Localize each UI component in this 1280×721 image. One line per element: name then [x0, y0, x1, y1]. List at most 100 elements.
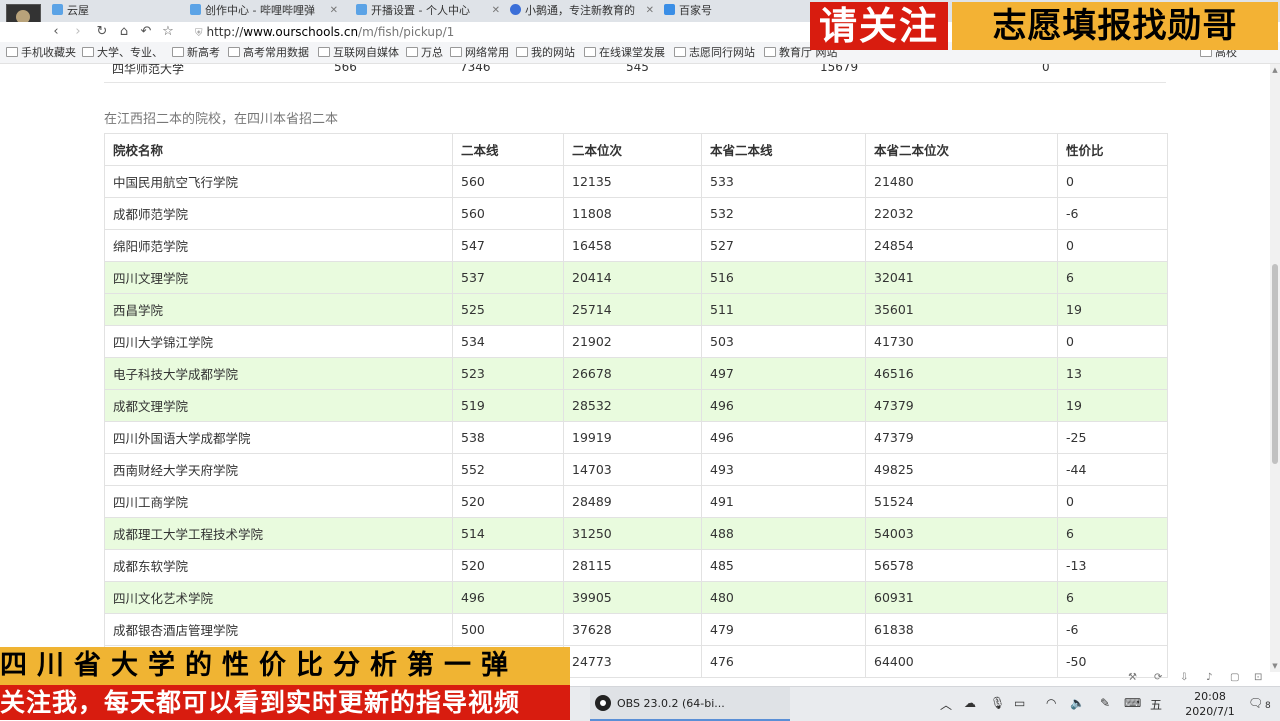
table-cell: 496 [701, 421, 866, 454]
table-row: 四川大学锦江学院 534 21902 503 41730 0 [104, 325, 1168, 358]
table-row: 成都银杏酒店管理学院 500 37628 479 61838 -6 [104, 613, 1168, 646]
school-name-cell: 中国民用航空飞行学院 [104, 165, 453, 198]
bookmark-item[interactable]: 大学、专业、 [82, 42, 163, 63]
table-cell: -6 [1057, 613, 1168, 646]
table-cell: 552 [452, 453, 564, 486]
bookmark-item[interactable]: 互联网自媒体 [318, 42, 399, 63]
bookmark-item[interactable]: 网络常用 [450, 42, 509, 63]
table-cell: 547 [452, 229, 564, 262]
table-cell: 0 [1057, 229, 1168, 262]
tab-xiaoetong[interactable]: 小鹅通，专注新教育的 ✕ [510, 2, 658, 20]
folder-icon [318, 47, 330, 57]
bookmark-item[interactable]: 新高考 [172, 42, 220, 63]
scroll-up-icon[interactable]: ▲ [1271, 66, 1279, 74]
table-row: 绵阳师范学院 547 16458 527 24854 0 [104, 229, 1168, 262]
bookmark-item[interactable]: 高考常用数据 [228, 42, 309, 63]
table-cell: 6 [1057, 261, 1168, 294]
volume-mute-icon[interactable]: 🔈 [1070, 696, 1085, 710]
download-icon[interactable]: ⇩ [1180, 672, 1188, 683]
bookmark-item[interactable]: 我的网站 [516, 42, 575, 63]
cloud-icon[interactable]: ☁ [964, 696, 976, 710]
school-name-cell: 西昌学院 [104, 293, 453, 326]
network-icon[interactable]: ▭ [1014, 696, 1025, 710]
table-cell: 497 [701, 357, 866, 390]
folder-icon [584, 47, 596, 57]
col-local-tier2-rank[interactable]: 本省二本位次 [865, 133, 1058, 166]
notification-icon[interactable]: 🗨 [1248, 696, 1263, 710]
folder-icon [82, 47, 94, 57]
zoom-icon[interactable]: ⊡ [1254, 672, 1262, 683]
table-cell: 514 [452, 517, 564, 550]
table-cell: 21902 [563, 325, 702, 358]
back-icon[interactable]: ‹ [48, 23, 64, 41]
bookmark-item[interactable]: 志愿同行网站 [674, 42, 755, 63]
tab-live-settings[interactable]: 开播设置 - 个人中心 ✕ [356, 2, 504, 20]
table-row: 四川文化艺术学院 496 39905 480 60931 6 [104, 581, 1168, 614]
table-cell: 11808 [563, 197, 702, 230]
microphone-icon[interactable]: 🎙 [990, 696, 1005, 710]
bookmark-item[interactable]: 在线课堂发展 [584, 42, 665, 63]
paw-icon [664, 4, 675, 15]
table-cell: 25714 [563, 293, 702, 326]
pen-icon[interactable]: ✎ [1100, 696, 1110, 710]
tab-baijiahao[interactable]: 百家号 [664, 2, 804, 20]
col-tier2-line[interactable]: 二本线 [452, 133, 564, 166]
table-row: 四川外国语大学成都学院 538 19919 496 47379 -25 [104, 421, 1168, 454]
home-icon[interactable]: ⌂ [116, 23, 132, 41]
table-row: 成都理工大学工程技术学院 514 31250 488 54003 6 [104, 517, 1168, 550]
col-local-tier2-line[interactable]: 本省二本线 [701, 133, 866, 166]
address-bar[interactable]: ⛨ http://www.ourschools.cn/m/fish/pickup/… [195, 24, 454, 42]
table-row: 四华师范大学 566 7346 545 15679 0 [104, 64, 1166, 83]
table-row: 成都师范学院 560 11808 532 22032 -6 [104, 197, 1168, 230]
bookmark-icon [6, 47, 18, 57]
close-icon[interactable]: ✕ [492, 2, 500, 20]
star-icon[interactable]: ☆ [160, 23, 176, 41]
scrollbar[interactable]: ▲ ▼ [1270, 64, 1280, 672]
keyboard-icon[interactable]: ⌨ [1124, 696, 1141, 710]
bookmark-item[interactable]: 万总 [406, 42, 443, 63]
table-row: 中国民用航空飞行学院 560 12135 533 21480 0 [104, 165, 1168, 198]
window-icon[interactable]: ▢ [1230, 672, 1239, 683]
table-cell: 28115 [563, 549, 702, 582]
folder-icon [674, 47, 686, 57]
col-value-ratio[interactable]: 性价比 [1057, 133, 1168, 166]
close-icon[interactable]: ✕ [330, 2, 338, 20]
table-cell: 532 [701, 197, 866, 230]
tab-yunwu[interactable]: 云屋 [52, 2, 192, 20]
undo-icon[interactable]: ↶ [138, 23, 154, 41]
tool-icon[interactable]: ⚒ [1128, 672, 1137, 683]
table-cell: 534 [452, 325, 564, 358]
video-caption-subtitle: 关注我，每天都可以看到实时更新的指导视频 [0, 685, 570, 720]
scroll-down-icon[interactable]: ▼ [1271, 662, 1279, 670]
table-cell: 37628 [563, 613, 702, 646]
table-cell: 491 [701, 485, 866, 518]
col-school-name[interactable]: 院校名称 [104, 133, 453, 166]
bookmark-item[interactable]: 手机收藏夹 [6, 42, 76, 63]
sound-icon[interactable]: ♪ [1206, 672, 1212, 683]
tv-icon [190, 4, 201, 15]
col-tier2-rank[interactable]: 二本位次 [563, 133, 702, 166]
refresh-icon[interactable]: ⟳ [1154, 672, 1162, 683]
table-row: 成都东软学院 520 28115 485 56578 -13 [104, 549, 1168, 582]
school-name-cell: 成都银杏酒店管理学院 [104, 613, 453, 646]
table-cell: 35601 [865, 293, 1058, 326]
close-icon[interactable]: ✕ [646, 2, 654, 20]
wifi-icon[interactable]: ◠ [1046, 696, 1056, 710]
tab-bilibili[interactable]: 创作中心 - 哔哩哔哩弹 ✕ [190, 2, 342, 20]
table-cell: 20414 [563, 261, 702, 294]
scrollbar-thumb[interactable] [1272, 264, 1278, 464]
table-cell: 533 [701, 165, 866, 198]
table-cell: 0 [1057, 165, 1168, 198]
school-name-cell: 四川文理学院 [104, 261, 453, 294]
table-cell: 12135 [563, 165, 702, 198]
table-cell: 16458 [563, 229, 702, 262]
forward-icon[interactable]: › [70, 23, 86, 41]
table-row: 成都文理学院 519 28532 496 47379 19 [104, 389, 1168, 422]
ime-indicator[interactable]: 五 [1150, 696, 1162, 713]
reload-icon[interactable]: ↻ [94, 23, 110, 41]
table-cell: 28489 [563, 485, 702, 518]
table-cell: -6 [1057, 197, 1168, 230]
chevron-up-icon[interactable]: ︿ [940, 696, 952, 713]
system-clock[interactable]: 20:08 2020/7/1 [1170, 689, 1250, 719]
taskbar-obs-app[interactable]: OBS 23.0.2 (64-bi... [590, 687, 790, 721]
